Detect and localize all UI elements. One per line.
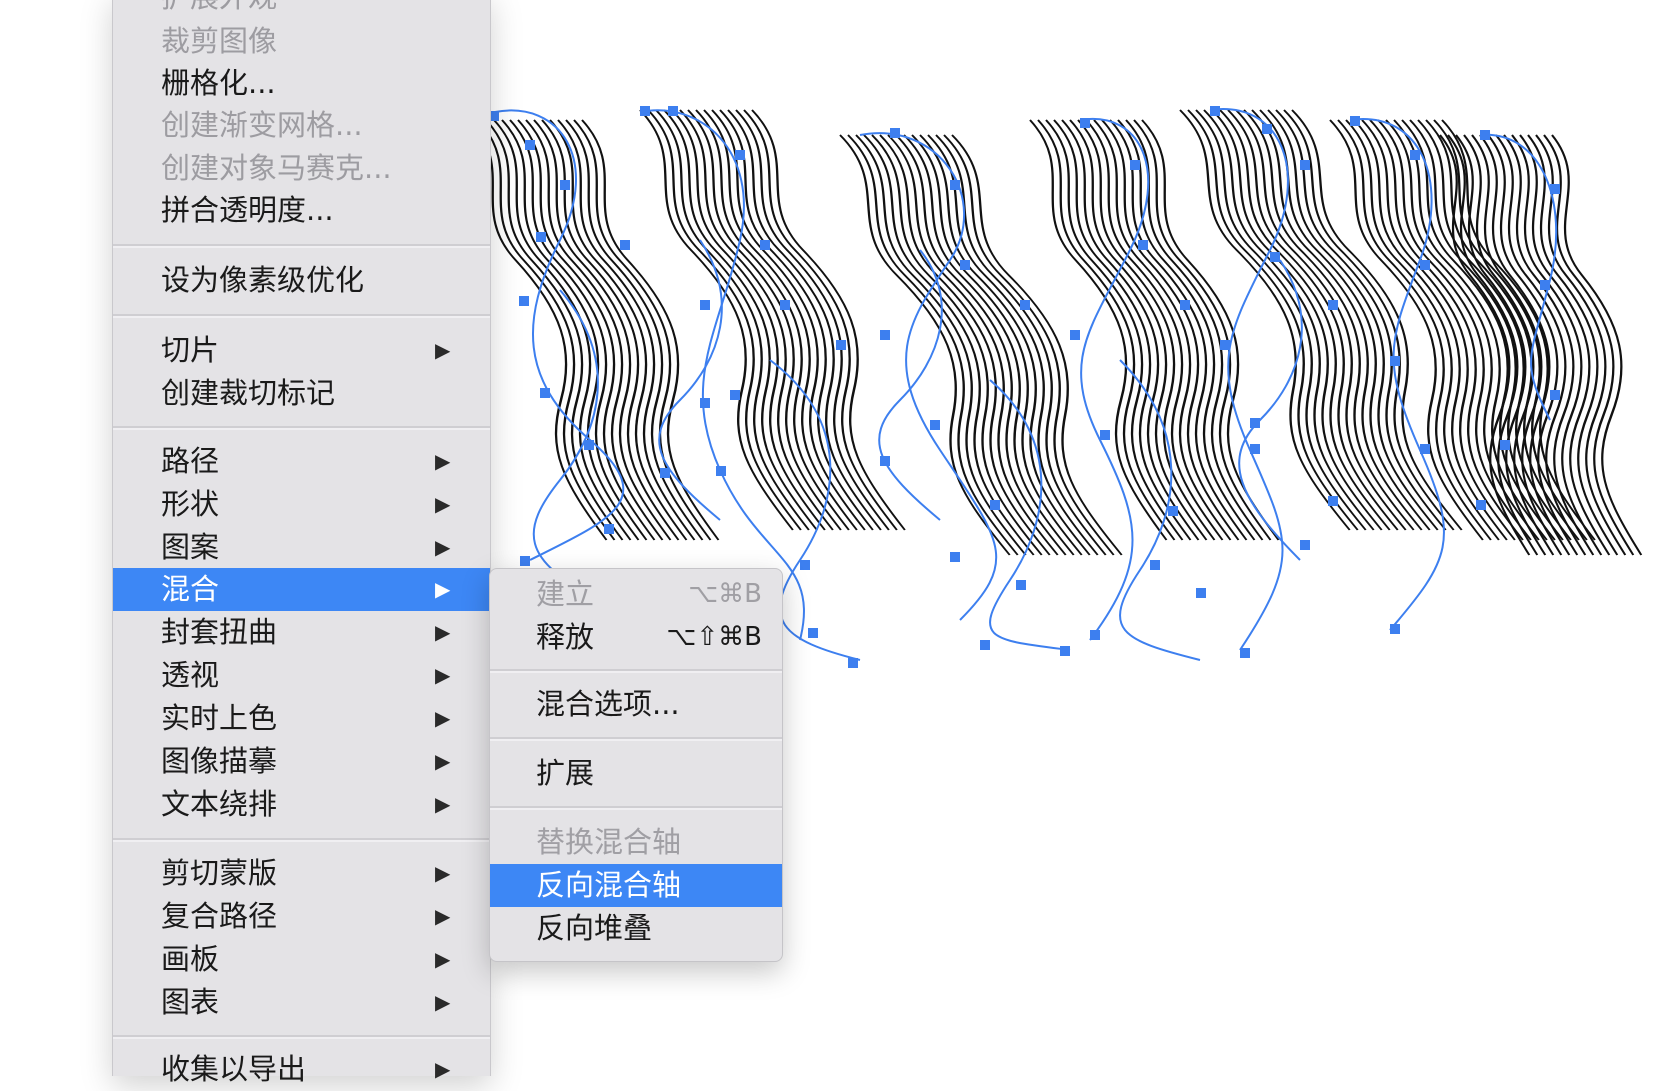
menu-item-label: 封套扭曲: [161, 615, 278, 649]
menu-separator: [113, 838, 490, 842]
menu-item-create-trim-marks[interactable]: 创建裁切标记: [113, 372, 490, 415]
blend-submenu: 建立 ⌥⌘B 释放 ⌥⇧⌘B 混合选项... 扩展 替换混合轴 反向混合轴 反向堆叠: [489, 568, 783, 962]
menu-item-blend[interactable]: 混合 ▶: [113, 568, 490, 611]
menu-item-live-paint[interactable]: 实时上色 ▶: [113, 697, 490, 740]
submenu-arrow-icon: ▶: [435, 1057, 451, 1081]
submenu-item-label: 替换混合轴: [536, 825, 682, 859]
submenu-item-reverse-spine[interactable]: 反向混合轴: [490, 864, 782, 907]
submenu-arrow-icon: ▶: [435, 749, 451, 773]
submenu-item-label: 建立: [536, 577, 595, 611]
submenu-item-replace-spine[interactable]: 替换混合轴: [490, 821, 782, 864]
submenu-arrow-icon: ▶: [435, 947, 451, 971]
menu-item-compound-path[interactable]: 复合路径 ▶: [113, 895, 490, 938]
menu-item-label: 剪切蒙版: [161, 856, 278, 890]
menu-item-label: 扩展外观: [161, 0, 277, 19]
menu-item-label: 图表: [161, 985, 220, 1019]
menu-item-pixel-perfect[interactable]: 设为像素级优化: [113, 259, 490, 302]
menu-item-text-wrap[interactable]: 文本绕排 ▶: [113, 783, 490, 826]
menu-item-label: 切片: [161, 333, 220, 367]
menu-item-rasterize[interactable]: 栅格化...: [113, 62, 490, 105]
menu-item-label: 裁剪图像: [161, 24, 278, 58]
submenu-arrow-icon: ▶: [435, 535, 451, 559]
submenu-item-label: 释放: [536, 620, 595, 654]
submenu-item-label: 反向混合轴: [536, 868, 682, 902]
submenu-arrow-icon: ▶: [435, 990, 451, 1014]
submenu-arrow-icon: ▶: [435, 904, 451, 928]
submenu-item-release[interactable]: 释放 ⌥⇧⌘B: [490, 616, 782, 659]
submenu-item-make[interactable]: 建立 ⌥⌘B: [490, 573, 782, 616]
menu-item-path[interactable]: 路径 ▶: [113, 440, 490, 483]
menu-item-pattern[interactable]: 图案 ▶: [113, 526, 490, 569]
submenu-arrow-icon: ▶: [435, 792, 451, 816]
blend-artwork: [448, 108, 1660, 557]
submenu-arrow-icon: ▶: [435, 338, 451, 362]
submenu-arrow-icon: ▶: [435, 663, 451, 687]
menu-item-create-gradient-mesh[interactable]: 创建渐变网格...: [113, 104, 490, 147]
submenu-item-blend-options[interactable]: 混合选项...: [490, 683, 782, 726]
menu-separator: [113, 1035, 490, 1039]
menu-item-crop-image[interactable]: 裁剪图像: [113, 20, 490, 63]
menu-separator: [113, 244, 490, 248]
menu-item-slice[interactable]: 切片 ▶: [113, 329, 490, 372]
submenu-item-reverse-front-to-back[interactable]: 反向堆叠: [490, 907, 782, 950]
menu-item-label: 创建对象马赛克...: [161, 151, 392, 185]
submenu-arrow-icon: ▶: [435, 492, 451, 516]
menu-item-shape[interactable]: 形状 ▶: [113, 483, 490, 526]
menu-item-label: 路径: [161, 444, 220, 478]
submenu-arrow-icon: ▶: [435, 577, 451, 601]
submenu-arrow-icon: ▶: [435, 861, 451, 885]
menu-item-clipping-mask[interactable]: 剪切蒙版 ▶: [113, 852, 490, 895]
submenu-separator: [490, 806, 782, 810]
menu-item-label: 栅格化...: [161, 66, 276, 100]
submenu-separator: [490, 737, 782, 741]
menu-item-flatten-transparency[interactable]: 拼合透明度...: [113, 189, 490, 232]
menu-item-create-object-mosaic[interactable]: 创建对象马赛克...: [113, 147, 490, 190]
menu-item-image-trace[interactable]: 图像描摹 ▶: [113, 740, 490, 783]
menu-item-label: 收集以导出: [161, 1052, 307, 1086]
menu-item-label: 图案: [161, 530, 220, 564]
menu-item-perspective[interactable]: 透视 ▶: [113, 654, 490, 697]
menu-item-label: 图像描摹: [161, 744, 278, 778]
menu-item-collect-for-export[interactable]: 收集以导出 ▶: [113, 1048, 490, 1091]
menu-item-expand-appearance[interactable]: 扩展外观: [113, 0, 490, 19]
submenu-item-label: 反向堆叠: [536, 911, 653, 945]
shortcut-label: ⌥⌘B: [688, 579, 762, 609]
menu-item-label: 形状: [161, 487, 220, 521]
menu-item-artboards[interactable]: 画板 ▶: [113, 938, 490, 981]
submenu-arrow-icon: ▶: [435, 706, 451, 730]
submenu-item-expand[interactable]: 扩展: [490, 752, 782, 795]
menu-item-label: 透视: [161, 658, 220, 692]
shortcut-label: ⌥⇧⌘B: [666, 622, 762, 652]
menu-item-label: 混合: [161, 572, 220, 606]
menu-item-label: 创建渐变网格...: [161, 108, 363, 142]
submenu-separator: [490, 669, 782, 673]
menu-item-label: 实时上色: [161, 701, 278, 735]
submenu-item-label: 混合选项...: [536, 687, 680, 721]
submenu-arrow-icon: ▶: [435, 620, 451, 644]
menu-item-label: 画板: [161, 942, 220, 976]
object-menu: 扩展外观 裁剪图像 栅格化... 创建渐变网格... 创建对象马赛克... 拼合…: [112, 0, 491, 1086]
menu-item-label: 设为像素级优化: [161, 263, 365, 297]
menu-item-graph[interactable]: 图表 ▶: [113, 981, 490, 1024]
menu-item-label: 拼合透明度...: [161, 193, 334, 227]
submenu-item-label: 扩展: [536, 756, 595, 790]
menu-item-label: 文本绕排: [161, 787, 278, 821]
menu-item-label: 创建裁切标记: [161, 376, 336, 410]
menu-separator: [113, 426, 490, 430]
menu-item-label: 复合路径: [161, 899, 278, 933]
submenu-arrow-icon: ▶: [435, 449, 451, 473]
menu-item-envelope-distort[interactable]: 封套扭曲 ▶: [113, 611, 490, 654]
menu-separator: [113, 314, 490, 318]
